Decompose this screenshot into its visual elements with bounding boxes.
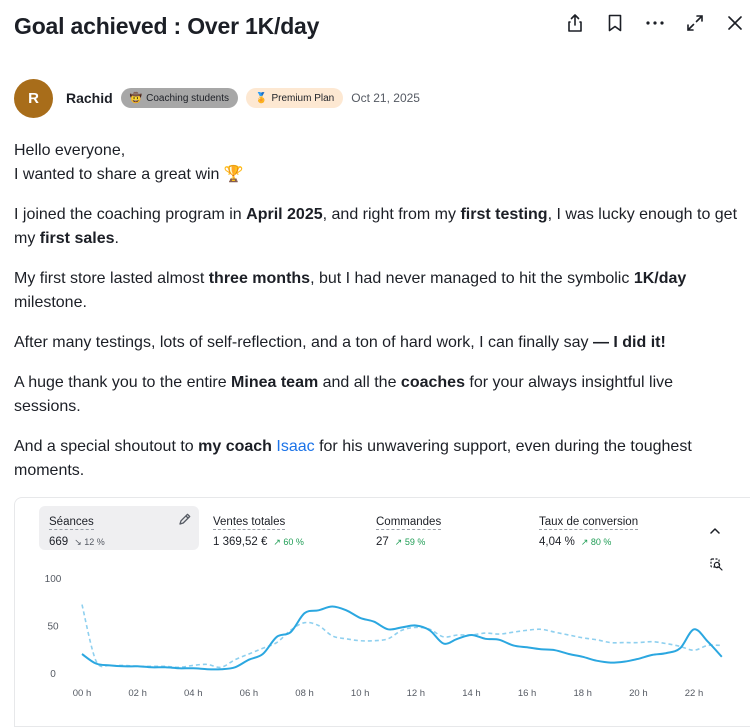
premium-badge-label: Premium Plan <box>271 92 335 104</box>
current-series-line <box>81 605 723 671</box>
post-body: Hello everyone, I wanted to share a grea… <box>14 139 744 499</box>
paragraph-greeting: Hello everyone, I wanted to share a grea… <box>14 139 744 187</box>
bold-text: three months <box>208 270 311 287</box>
y-tick-label: 50 <box>47 622 59 633</box>
paragraph-5: A huge thank you to the entire Minea tea… <box>14 371 744 419</box>
bold-text: first sales <box>39 230 115 247</box>
x-tick-label: 08 h <box>295 688 314 699</box>
y-tick-label: 0 <box>50 669 56 680</box>
more-icon[interactable] <box>646 14 664 32</box>
x-tick-label: 14 h <box>462 688 481 699</box>
x-tick-label: 12 h <box>407 688 426 699</box>
x-tick-label: 18 h <box>573 688 592 699</box>
paragraph-2: I joined the coaching program in April 2… <box>14 203 744 251</box>
bold-text: coaches <box>400 374 465 391</box>
header-actions <box>566 14 744 32</box>
x-tick-label: 06 h <box>240 688 259 699</box>
post-date: Oct 21, 2025 <box>351 91 420 105</box>
y-tick-label: 100 <box>45 574 62 585</box>
text-segment: . <box>114 230 119 247</box>
bold-text: April 2025 <box>246 206 323 223</box>
analytics-card: Séances 669 ↘ 12 % Ventes totales 1 369,… <box>14 497 750 727</box>
bookmark-icon[interactable] <box>606 14 624 32</box>
sessions-line-chart: 100 50 0 00 h 02 h 04 h 06 h 08 h 10 h 12 h 14 h 16… <box>45 574 723 699</box>
x-tick-label: 00 h <box>73 688 92 699</box>
x-tick-label: 04 h <box>184 688 203 699</box>
premium-badge: 🏅 Premium Plan <box>245 88 344 108</box>
text-segment: and all the <box>318 374 401 391</box>
text-segment: After many testings, lots of self-reflec… <box>14 334 593 351</box>
bold-text: — I did it! <box>592 334 666 351</box>
paragraph-3: My first store lasted almost three month… <box>14 267 744 315</box>
bold-text: 1K/day <box>633 270 687 287</box>
x-tick-label: 22 h <box>685 688 704 699</box>
text-segment: , but I had never managed to hit the sym… <box>310 270 634 287</box>
text-segment: My first store lasted almost <box>14 270 209 287</box>
bold-text: Minea team <box>231 374 319 391</box>
paragraph-6: And a special shoutout to my coach Isaac… <box>14 435 744 483</box>
share-icon[interactable] <box>566 14 584 32</box>
x-tick-label: 10 h <box>351 688 370 699</box>
avatar[interactable]: R <box>14 78 53 118</box>
post-header: Goal achieved : Over 1K/day <box>14 10 744 44</box>
x-tick-label: 16 h <box>518 688 537 699</box>
close-icon[interactable] <box>726 14 744 32</box>
text-segment: And a special shoutout to <box>14 438 199 455</box>
x-tick-label: 20 h <box>629 688 648 699</box>
bold-text: first testing <box>460 206 548 223</box>
coaching-badge-label: Coaching students <box>146 92 229 104</box>
coach-face-icon: 🤠 <box>129 92 143 104</box>
author-name[interactable]: Rachid <box>66 90 113 106</box>
expand-icon[interactable] <box>686 14 704 32</box>
medal-icon: 🏅 <box>254 92 268 104</box>
intro-line: I wanted to share a great win <box>14 166 220 183</box>
greeting-line: Hello everyone, <box>14 142 126 159</box>
coaching-badge: 🤠 Coaching students <box>120 88 238 108</box>
author-row: R Rachid 🤠 Coaching students 🏅 Premium P… <box>14 78 420 118</box>
coach-link[interactable]: Isaac <box>276 438 314 455</box>
text-segment: A huge thank you to the entire <box>14 374 232 391</box>
paragraph-4: After many testings, lots of self-reflec… <box>14 331 744 355</box>
text-segment: milestone. <box>14 294 87 311</box>
x-tick-label: 02 h <box>128 688 147 699</box>
text-segment: , and right from my <box>322 206 461 223</box>
text-segment: I joined the coaching program in <box>14 206 247 223</box>
bold-text: my coach <box>198 438 272 455</box>
trophy-icon: 🏆 <box>223 166 244 183</box>
comparison-series-line <box>81 604 722 669</box>
